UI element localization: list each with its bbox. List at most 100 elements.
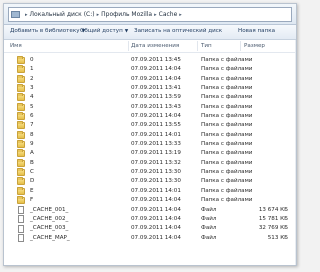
file-icon	[18, 206, 24, 214]
folder-icon	[17, 112, 25, 121]
file-name: _CACHE_MAP_	[30, 234, 70, 241]
command-bar: Добавить в библиотеку ▼ Общий доступ ▼ З…	[4, 25, 296, 40]
file-name: 0	[30, 57, 34, 63]
file-row[interactable]: E 07.09.2011 14:01 Папка с файлами	[4, 186, 296, 196]
folder-icon	[17, 93, 25, 102]
file-row[interactable]: 0 07.09.2011 13:45 Папка с файлами	[4, 56, 296, 65]
scrollbar-track[interactable]	[295, 40, 296, 265]
file-row[interactable]: _CACHE_MAP_ 07.09.2011 14:04 Файл 513 КБ	[4, 234, 296, 243]
breadcrumb-local-disk[interactable]: Локальный диск (C:)	[30, 11, 95, 18]
folder-icon	[17, 186, 25, 195]
file-date: 07.09.2011 13:59	[131, 94, 181, 101]
file-row[interactable]: D 07.09.2011 13:30 Папка с файлами	[4, 177, 296, 186]
file-type: Папка с файлами	[201, 141, 253, 148]
file-size: 13 674 КБ	[258, 206, 288, 213]
folder-icon	[17, 140, 25, 149]
burn-disc-label: Записать на оптический диск	[134, 28, 223, 34]
file-type: Файл	[201, 215, 217, 222]
new-folder-button[interactable]: Новая папка	[238, 28, 275, 34]
file-date: 07.09.2011 14:04	[131, 113, 181, 120]
column-divider[interactable]	[197, 41, 198, 51]
file-name: A	[30, 150, 34, 157]
file-row[interactable]: 8 07.09.2011 14:01 Папка с файлами	[4, 130, 296, 140]
folder-icon	[17, 149, 25, 158]
file-date: 07.09.2011 14:04	[131, 66, 181, 73]
file-row[interactable]: _CACHE_002_ 07.09.2011 14:04 Файл 15 781 КБ	[4, 215, 296, 224]
file-row[interactable]: B 07.09.2011 13:32 Папка с файлами	[4, 158, 296, 168]
breadcrumb-cache[interactable]: Cache	[159, 11, 178, 18]
file-row[interactable]: 2 07.09.2011 14:04 Папка с файлами	[4, 74, 296, 84]
file-date: 07.09.2011 13:32	[131, 159, 181, 166]
file-row[interactable]: 1 07.09.2011 14:04 Папка с файлами	[4, 65, 296, 74]
file-date: 07.09.2011 13:19	[131, 150, 181, 157]
file-row[interactable]: _CACHE_003_ 07.09.2011 14:04 Файл 32 769 КБ	[4, 224, 296, 233]
file-name: C	[30, 169, 34, 176]
folder-icon	[17, 168, 25, 177]
file-date: 07.09.2011 14:04	[131, 75, 181, 82]
file-row[interactable]: 9 07.09.2011 13:33 Папка с файлами	[4, 140, 296, 149]
column-type[interactable]: Тип	[201, 43, 212, 49]
file-type: Папка с файлами	[201, 187, 253, 194]
file-type: Папка с файлами	[201, 75, 253, 82]
new-folder-label: Новая папка	[238, 28, 276, 34]
file-row[interactable]: _CACHE_001_ 07.09.2011 14:04 Файл 13 674 КБ	[4, 206, 296, 215]
file-row[interactable]: 6 07.09.2011 14:04 Папка с файлами	[4, 112, 296, 121]
file-date: 07.09.2011 14:04	[131, 206, 181, 213]
file-name: 9	[30, 141, 34, 148]
file-type: Папка с файлами	[201, 122, 253, 129]
column-divider[interactable]	[128, 41, 129, 51]
address-path[interactable]: ▸ Локальный диск (C:) ▸ Профиль Mozilla …	[8, 7, 292, 22]
file-name: _CACHE_001_	[30, 206, 69, 213]
folder-icon	[17, 84, 25, 93]
breadcrumb-separator[interactable]: ▸	[25, 12, 28, 18]
breadcrumb-separator[interactable]: ▸	[179, 12, 182, 18]
file-type: Папка с файлами	[201, 159, 253, 166]
file-name: 7	[30, 122, 34, 129]
folder-icon	[17, 130, 25, 139]
explorer-window: ▸ Локальный диск (C:) ▸ Профиль Mozilla …	[3, 3, 297, 266]
column-date[interactable]: Дата изменения	[131, 43, 179, 49]
file-name: 6	[30, 113, 34, 120]
file-date: 07.09.2011 13:41	[131, 85, 181, 92]
folder-icon	[17, 177, 25, 186]
burn-disc-button[interactable]: Записать на оптический диск	[134, 28, 222, 34]
file-name: 8	[30, 131, 34, 138]
folder-icon	[17, 56, 25, 64]
file-type: Файл	[201, 225, 217, 232]
file-type: Папка с файлами	[201, 169, 253, 176]
file-date: 07.09.2011 13:55	[131, 122, 181, 129]
file-row[interactable]: A 07.09.2011 13:19 Папка с файлами	[4, 149, 296, 158]
folder-icon	[17, 196, 25, 205]
column-name[interactable]: Имя	[10, 43, 22, 49]
file-date: 07.09.2011 14:04	[131, 234, 181, 241]
folder-icon	[17, 74, 25, 83]
file-row[interactable]: C 07.09.2011 13:30 Папка с файлами	[4, 168, 296, 177]
file-name: D	[30, 178, 35, 185]
file-date: 07.09.2011 13:33	[131, 141, 181, 148]
breadcrumb-separator[interactable]: ▸	[97, 12, 100, 18]
file-row[interactable]: 7 07.09.2011 13:55 Папка с файлами	[4, 121, 296, 130]
file-type: Папка с файлами	[201, 131, 253, 138]
file-type: Папка с файлами	[201, 66, 253, 73]
file-row[interactable]: 4 07.09.2011 13:59 Папка с файлами	[4, 93, 296, 102]
file-icon	[18, 224, 24, 233]
file-type: Файл	[201, 206, 217, 213]
chevron-down-icon: ▼	[124, 28, 129, 34]
file-row[interactable]: F 07.09.2011 14:04 Папка с файлами	[4, 196, 296, 205]
file-name: 2	[30, 75, 34, 82]
file-type: Папка с файлами	[201, 85, 253, 92]
breadcrumb-separator[interactable]: ▸	[154, 12, 157, 18]
breadcrumb-mozilla-profile[interactable]: Профиль Mozilla	[101, 11, 152, 18]
column-divider[interactable]	[240, 41, 241, 51]
file-name: 3	[30, 85, 34, 92]
file-size: 513 КБ	[267, 234, 288, 241]
file-name: 5	[30, 103, 34, 110]
address-bar: ▸ Локальный диск (C:) ▸ Профиль Mozilla …	[4, 4, 296, 25]
file-row[interactable]: 3 07.09.2011 13:41 Папка с файлами	[4, 84, 296, 93]
add-to-library-button[interactable]: Добавить в библиотеку ▼	[10, 28, 85, 34]
file-row[interactable]: 5 07.09.2011 13:43 Папка с файлами	[4, 102, 296, 112]
share-button[interactable]: Общий доступ ▼	[80, 28, 128, 34]
computer-icon	[11, 11, 20, 18]
column-size[interactable]: Размер	[244, 43, 265, 49]
file-date: 07.09.2011 14:04	[131, 197, 181, 204]
